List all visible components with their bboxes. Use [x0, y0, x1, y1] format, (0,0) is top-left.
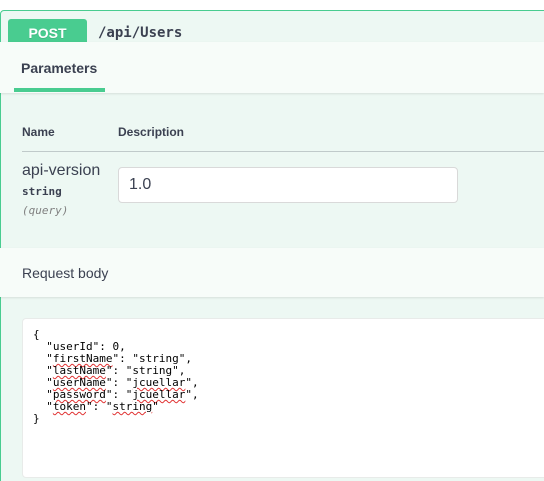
endpoint-path[interactable]: /api/Users	[98, 25, 182, 41]
param-type: string	[22, 185, 62, 198]
column-header-name: Name	[22, 125, 55, 139]
request-body-code[interactable]: { "userId": 0, "firstName": "string", "l…	[33, 329, 199, 425]
code-line: "token": "string"	[33, 400, 159, 413]
tab-parameters[interactable]: Parameters	[21, 60, 97, 76]
code-line: }	[33, 412, 40, 425]
column-header-description: Description	[118, 125, 185, 139]
param-name: api-version	[22, 162, 101, 179]
table-header-divider	[22, 151, 544, 152]
request-body-editor[interactable]: { "userId": 0, "firstName": "string", "l…	[22, 318, 544, 478]
api-version-input[interactable]	[118, 167, 458, 203]
request-body-label: Request body	[22, 265, 109, 281]
param-location: (query)	[22, 204, 69, 217]
tab-active-indicator	[14, 88, 105, 92]
request-body-header: Request body	[0, 248, 544, 297]
parameters-header: Parameters	[0, 42, 544, 93]
